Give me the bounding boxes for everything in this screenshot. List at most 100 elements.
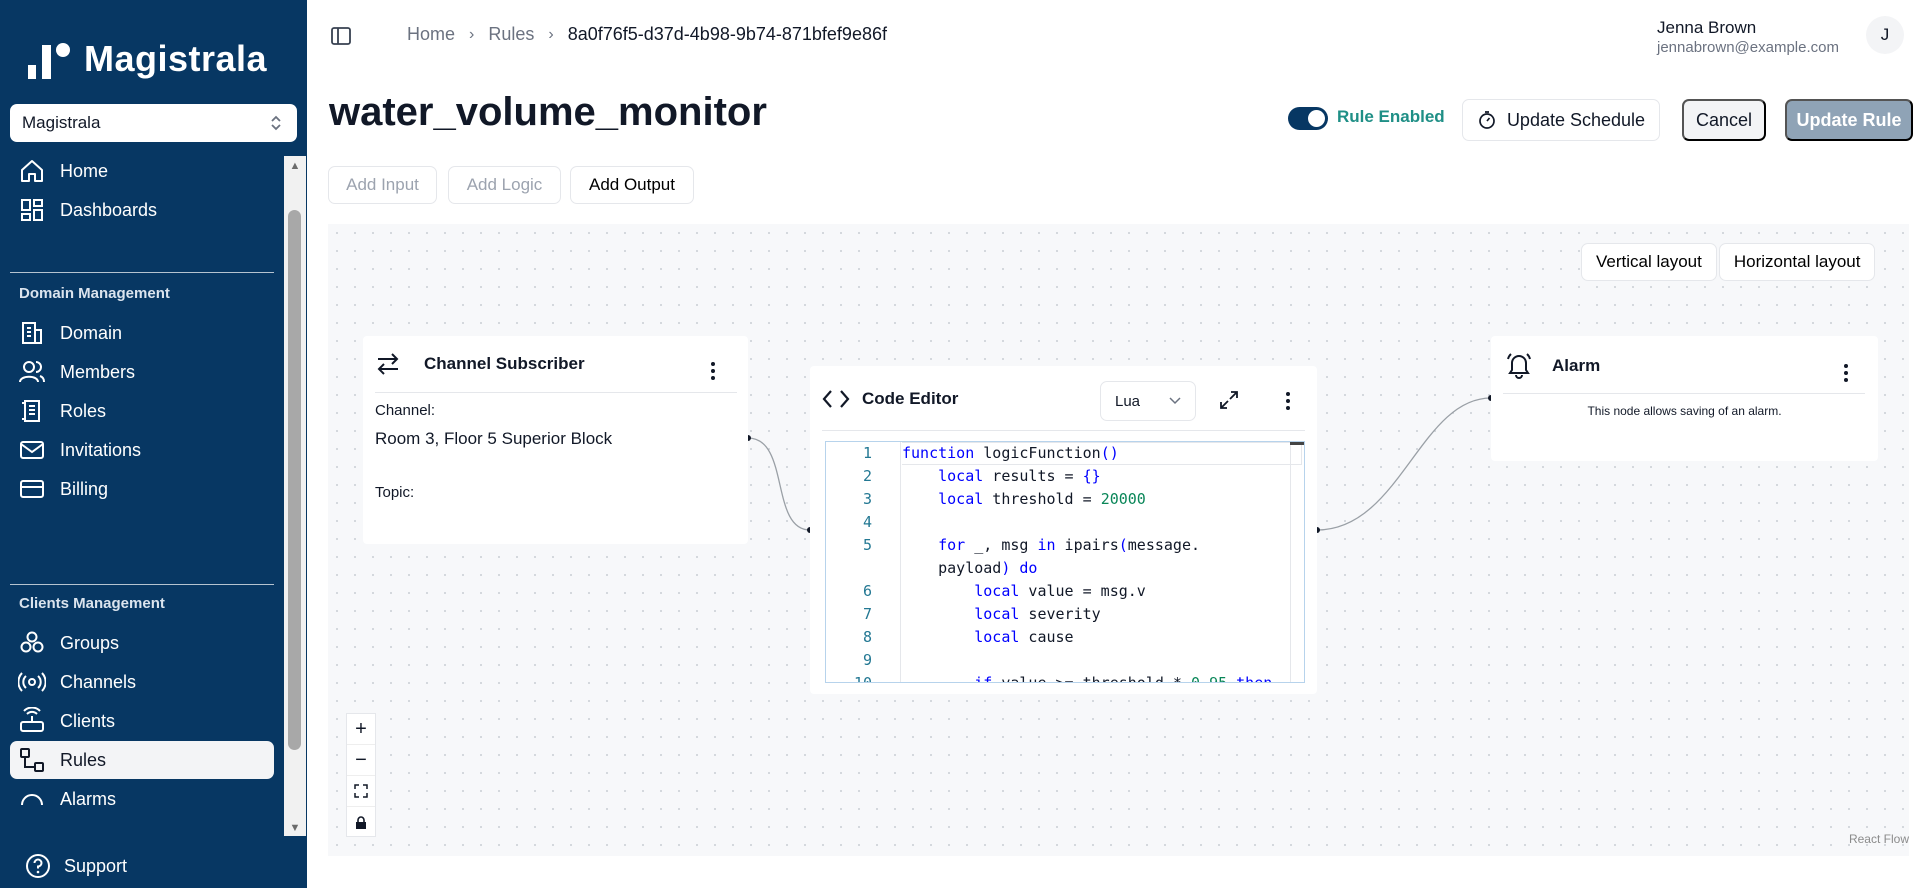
- code-line[interactable]: 5 for _, msg in ipairs(message.: [826, 536, 1304, 559]
- update-rule-button[interactable]: Update Rule: [1785, 99, 1913, 141]
- line-number: 8: [862, 628, 872, 646]
- sidebar-item-domain[interactable]: Domain: [10, 314, 274, 352]
- line-number: 1: [862, 444, 872, 462]
- line-number: 10: [853, 674, 872, 683]
- channel-subscriber-node[interactable]: Channel Subscriber Channel: Room 3, Floo…: [363, 336, 748, 544]
- code-line[interactable]: payload) do: [826, 559, 1304, 582]
- code-line[interactable]: 2 local results = {}: [826, 467, 1304, 490]
- code-line[interactable]: 3 local threshold = 20000: [826, 490, 1304, 513]
- code-line[interactable]: 1 function logicFunction(): [826, 444, 1304, 467]
- sidebar-item-clients[interactable]: Clients: [10, 702, 274, 740]
- sidebar-item-label: Invitations: [60, 439, 142, 460]
- brand-logo: Magistrala: [24, 38, 267, 80]
- rule-enabled-toggle[interactable]: [1288, 107, 1328, 130]
- sidebar-item-channels[interactable]: Channels: [10, 663, 274, 701]
- update-schedule-button[interactable]: Update Schedule: [1462, 99, 1660, 141]
- arrows-exchange-icon: [377, 353, 399, 375]
- more-vertical-icon[interactable]: [710, 362, 716, 380]
- node-divider: [1503, 393, 1865, 394]
- lock-icon: [356, 815, 366, 829]
- code-line[interactable]: 7 local severity: [826, 605, 1304, 628]
- logo-icon: [24, 39, 74, 79]
- code-editor[interactable]: 1 function logicFunction() 2 local results…: [825, 441, 1305, 683]
- rule-enabled-label: Rule Enabled: [1337, 107, 1445, 126]
- bell-ringing-icon: [1507, 353, 1531, 379]
- sidebar-item-billing[interactable]: Billing: [10, 470, 274, 508]
- sidebar-item-home[interactable]: Home: [10, 152, 274, 190]
- code-text: local results = {}: [938, 467, 1101, 485]
- lock-button[interactable]: [347, 807, 375, 838]
- sidebar-item-label: Dashboards: [60, 199, 158, 220]
- code-text: for _, msg in ipairs(message.: [938, 536, 1201, 554]
- breadcrumb: Home › Rules › 8a0f76f5-d37d-4b98-9b74-8…: [407, 24, 887, 45]
- sidebar-item-label: Groups: [60, 632, 120, 653]
- code-text: if value >= threshold * 0.95 then: [974, 674, 1273, 683]
- credit-card-icon: [20, 480, 44, 498]
- update-schedule-label: Update Schedule: [1506, 109, 1646, 130]
- scroll-up-icon[interactable]: ▲: [288, 160, 302, 172]
- sidebar-item-groups[interactable]: Groups: [10, 624, 274, 662]
- add-output-button[interactable]: Add Output: [570, 166, 694, 204]
- zoom-in-button[interactable]: +: [347, 714, 375, 745]
- section-domain-management: Domain Management: [19, 285, 170, 302]
- chevron-right-icon: ›: [469, 25, 475, 43]
- code-line[interactable]: 8 local cause: [826, 628, 1304, 651]
- line-number: 3: [862, 490, 872, 508]
- add-input-button[interactable]: Add Input: [328, 166, 437, 204]
- chevron-updown-icon: [271, 115, 281, 131]
- vertical-layout-button[interactable]: Vertical layout: [1581, 243, 1717, 281]
- code-line[interactable]: 6 local value = msg.v: [826, 582, 1304, 605]
- router-icon: [20, 707, 44, 732]
- sidebar-scroll-thumb[interactable]: [288, 210, 301, 750]
- more-vertical-icon[interactable]: [1285, 392, 1291, 410]
- zoom-out-button[interactable]: −: [347, 745, 375, 776]
- sidebar-item-roles[interactable]: Roles: [10, 392, 274, 430]
- zoom-controls: + −: [346, 713, 376, 837]
- sidebar-item-invitations[interactable]: Invitations: [10, 431, 274, 469]
- cancel-button[interactable]: Cancel: [1682, 99, 1766, 141]
- sidebar-item-dashboards[interactable]: Dashboards: [10, 191, 274, 229]
- building-icon: [22, 322, 42, 344]
- sidebar-item-label: Clients: [60, 710, 116, 731]
- code-line[interactable]: 9: [826, 651, 1304, 674]
- sidebar-item-label: Rules: [60, 749, 107, 770]
- alarm-node[interactable]: Alarm This node allows saving of an alar…: [1491, 336, 1878, 461]
- sidebar-item-members[interactable]: Members: [10, 353, 274, 391]
- sidebar-item-label: Alarms: [60, 788, 117, 809]
- language-select[interactable]: Lua: [1100, 381, 1196, 421]
- app-root: Magistrala Magistrala Home Dashboards Do…: [0, 0, 1919, 888]
- expand-icon[interactable]: [1219, 390, 1239, 410]
- home-icon: [21, 160, 43, 182]
- horizontal-layout-button[interactable]: Horizontal layout: [1718, 243, 1876, 281]
- code-text: local threshold = 20000: [938, 490, 1146, 508]
- page-title: water_volume_monitor: [329, 90, 767, 134]
- support-link[interactable]: Support: [24, 852, 127, 880]
- sidebar-toggle-icon[interactable]: [330, 25, 352, 47]
- more-vertical-icon[interactable]: [1843, 364, 1849, 382]
- code-text: local cause: [974, 628, 1074, 646]
- fit-view-icon: [354, 784, 368, 798]
- sidebar-item-rules[interactable]: Rules: [10, 741, 274, 779]
- add-logic-button[interactable]: Add Logic: [448, 166, 561, 204]
- sidebar-divider: [10, 584, 274, 585]
- avatar[interactable]: J: [1866, 16, 1904, 54]
- breadcrumb-rules[interactable]: Rules: [488, 24, 534, 45]
- domain-select-value: Magistrala: [22, 113, 101, 132]
- mail-icon: [20, 441, 44, 459]
- node-divider: [375, 392, 737, 393]
- code-line[interactable]: 10 if value >= threshold * 0.95 then: [826, 674, 1304, 683]
- sidebar-item-label: Billing: [60, 478, 109, 499]
- code-text: payload) do: [902, 559, 1038, 577]
- sidebar-item-alarms[interactable]: Alarms: [10, 780, 274, 818]
- sidebar-nav[interactable]: Home Dashboards Domain Management Domain…: [0, 152, 307, 832]
- code-line[interactable]: 4: [826, 513, 1304, 536]
- layout-toggle-group: Vertical layout Horizontal layout: [1581, 243, 1877, 281]
- sidebar-item-label: Domain: [60, 322, 123, 343]
- domain-select[interactable]: Magistrala: [10, 104, 297, 142]
- brand-name: Magistrala: [84, 38, 268, 79]
- breadcrumb-home[interactable]: Home: [407, 24, 455, 45]
- react-flow-attribution[interactable]: React Flow: [1849, 832, 1909, 846]
- fit-view-button[interactable]: [347, 776, 375, 807]
- scroll-down-icon[interactable]: ▼: [288, 822, 302, 834]
- line-number: 4: [862, 513, 872, 531]
